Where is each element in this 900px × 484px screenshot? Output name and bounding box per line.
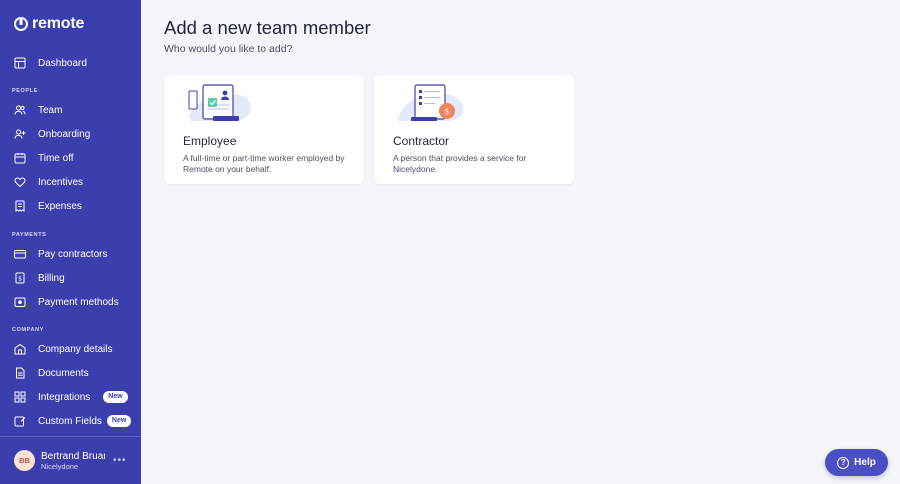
card-description: A full-time or part-time worker employed…	[183, 153, 345, 174]
building-icon	[14, 343, 26, 355]
sidebar-item-time-off[interactable]: Time off	[0, 147, 141, 169]
remote-logo[interactable]: remote	[14, 15, 84, 33]
sidebar-item-label: Team	[38, 104, 63, 116]
user-org: Nicelydone	[41, 461, 79, 471]
sidebar-item-payment-methods[interactable]: Payment methods	[0, 291, 141, 313]
sidebar-item-label: Company details	[38, 343, 113, 355]
page-title: Add a new team member	[164, 17, 371, 38]
sidebar-item-label: Pay contractors	[38, 248, 108, 260]
employee-card[interactable]: Employee A full-time or part-time worker…	[164, 75, 364, 184]
svg-text:$: $	[444, 107, 449, 116]
sidebar-item-pay-contractors[interactable]: Pay contractors	[0, 243, 141, 265]
user-plus-icon	[14, 128, 26, 140]
sidebar-item-label: Custom Fields	[38, 415, 102, 427]
remote-logo-icon	[14, 17, 28, 31]
contractor-card[interactable]: $ Contractor A person that provides a se…	[374, 75, 574, 184]
sidebar-item-billing[interactable]: $ Billing	[0, 267, 141, 289]
heart-icon	[14, 176, 26, 188]
page-subtitle: Who would you like to add?	[164, 43, 293, 55]
invoice-icon: $	[14, 272, 26, 284]
main-content: Add a new team member Who would you like…	[141, 0, 900, 484]
credit-card-icon	[14, 248, 26, 260]
sidebar-item-expenses[interactable]: Expenses	[0, 195, 141, 217]
employee-illustration	[188, 84, 251, 121]
wallet-icon	[14, 296, 26, 308]
sidebar-item-company-details[interactable]: Company details	[0, 338, 141, 360]
new-badge: New	[106, 415, 132, 427]
more-options-icon[interactable]: •••	[113, 455, 127, 466]
section-label-company: COMPANY	[12, 327, 44, 333]
brand-name: remote	[32, 15, 85, 32]
sidebar-item-label: Documents	[38, 367, 89, 379]
sidebar-item-label: Incentives	[38, 176, 84, 188]
contractor-illustration: $	[397, 84, 464, 121]
sidebar-item-dashboard[interactable]: Dashboard	[0, 52, 141, 74]
help-button[interactable]: ? Help	[825, 449, 888, 476]
card-description: A person that provides a service for Nic…	[393, 153, 527, 174]
sidebar-item-incentives[interactable]: Incentives	[0, 171, 141, 193]
edit-field-icon	[14, 415, 26, 427]
section-label-people: PEOPLE	[12, 88, 38, 94]
card-title: Employee	[183, 134, 237, 148]
new-badge: New	[103, 391, 128, 403]
sidebar-item-label: Billing	[38, 272, 65, 284]
users-icon	[14, 104, 26, 116]
grid-icon	[14, 391, 26, 403]
sidebar-item-integrations[interactable]: Integrations New	[0, 386, 141, 408]
user-info: Bertrand Bruandet Nicelydone	[41, 451, 105, 471]
sidebar: remote Dashboard PEOPLE Team Onboarding …	[0, 0, 141, 484]
user-profile[interactable]: BB Bertrand Bruandet Nicelydone •••	[0, 436, 141, 484]
svg-text:$: $	[18, 276, 22, 283]
sidebar-item-label: Payment methods	[38, 296, 119, 308]
sidebar-item-label: Dashboard	[38, 57, 87, 69]
dashboard-icon	[14, 57, 26, 69]
sidebar-item-custom-fields[interactable]: Custom Fields New	[0, 410, 141, 432]
help-label: Help	[854, 457, 876, 468]
sidebar-item-onboarding[interactable]: Onboarding	[0, 123, 141, 145]
card-title: Contractor	[393, 134, 450, 148]
user-name: Bertrand Bruandet	[41, 450, 105, 462]
question-mark-icon: ?	[837, 456, 850, 469]
sidebar-item-label: Expenses	[38, 200, 82, 212]
sidebar-item-label: Time off	[38, 152, 74, 164]
calendar-icon	[14, 152, 26, 164]
sidebar-item-label: Integrations	[38, 391, 91, 403]
sidebar-item-label: Onboarding	[38, 128, 91, 140]
receipt-icon	[14, 200, 26, 212]
sidebar-item-documents[interactable]: Documents	[0, 362, 141, 384]
avatar: BB	[14, 450, 35, 471]
section-label-payments: PAYMENTS	[12, 232, 47, 238]
sidebar-item-team[interactable]: Team	[0, 99, 141, 121]
document-icon	[14, 367, 26, 379]
